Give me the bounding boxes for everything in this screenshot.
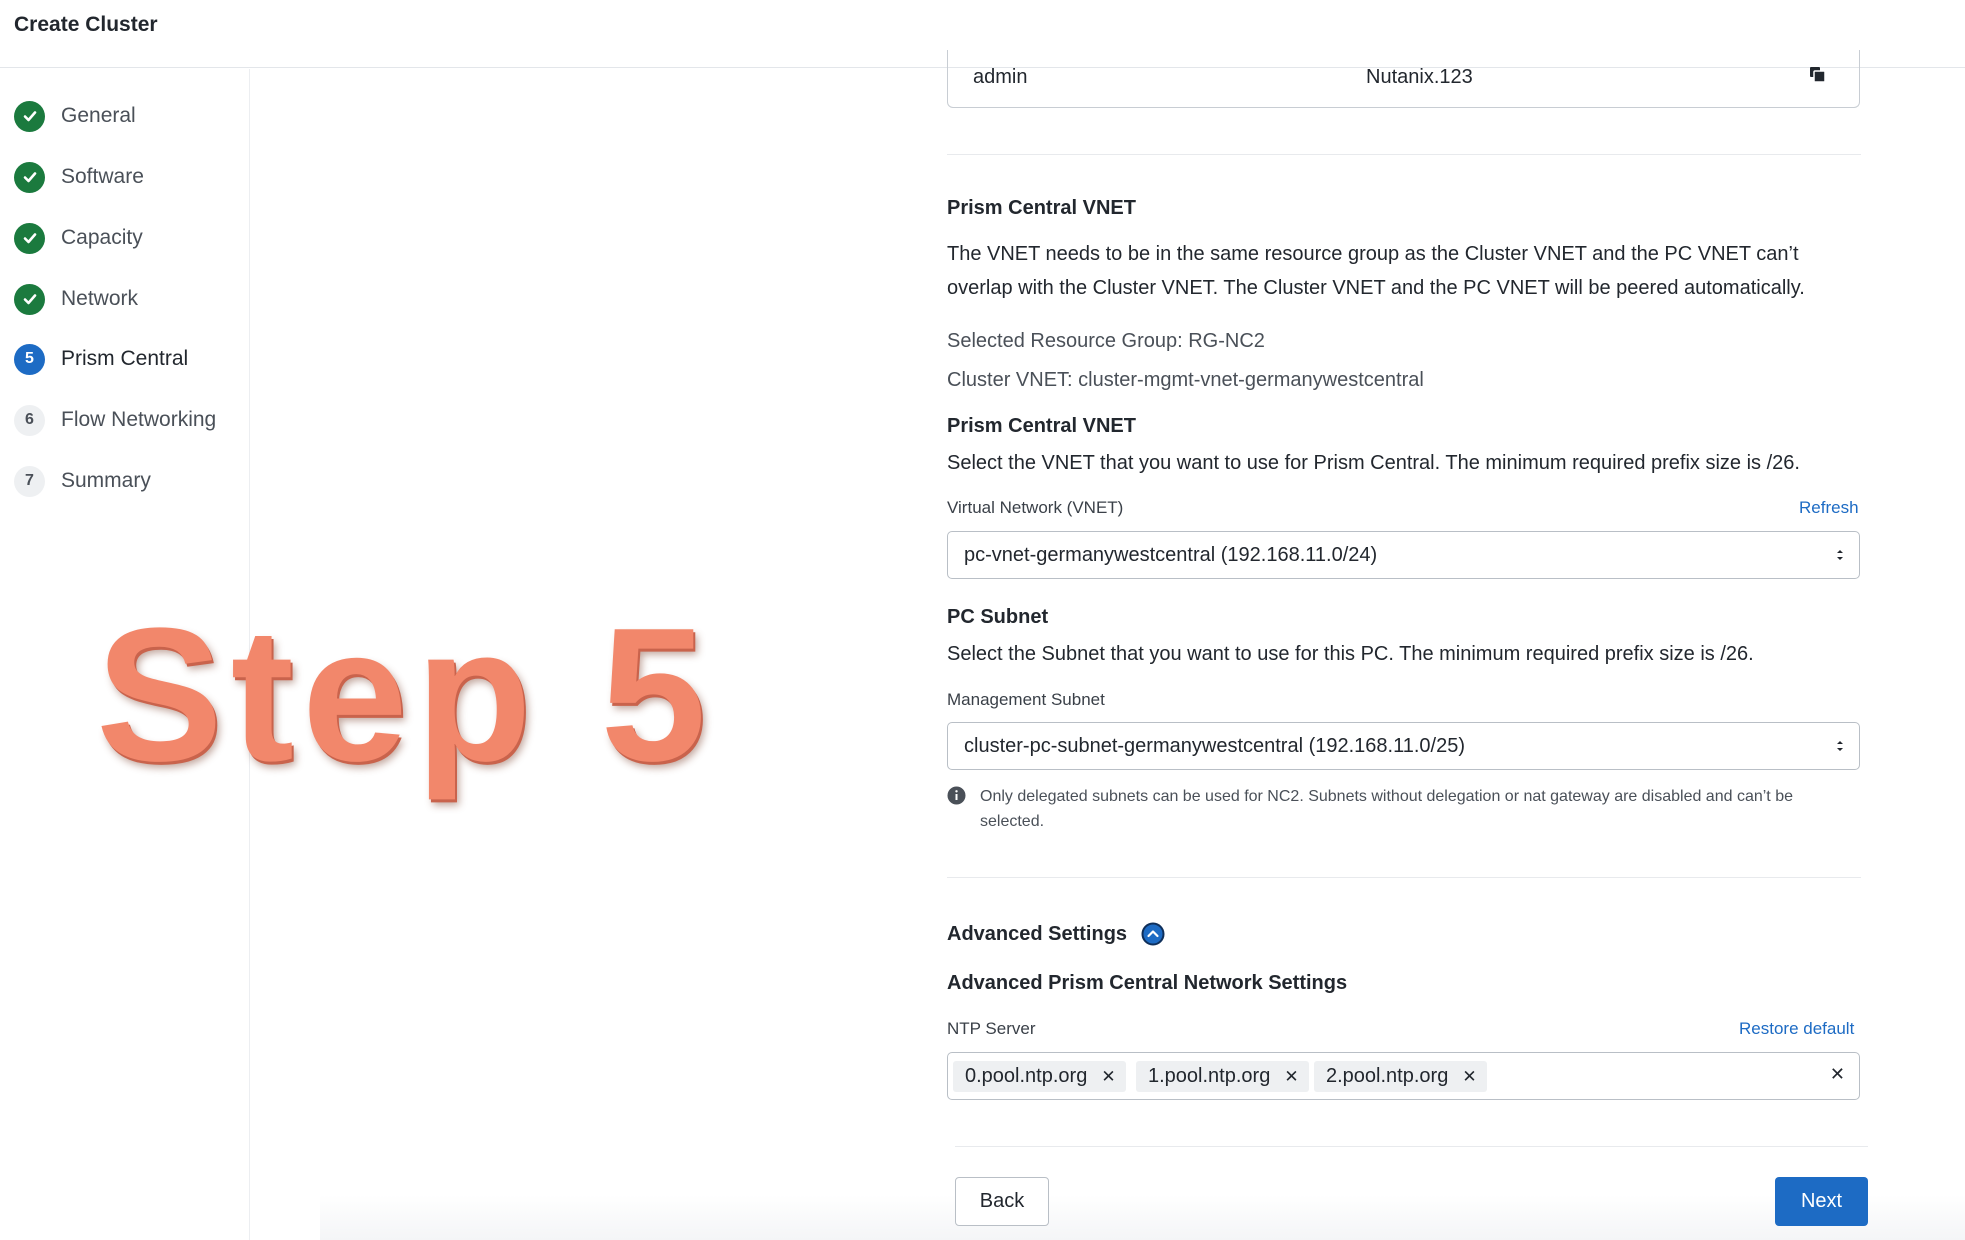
step-number-badge: 5	[14, 343, 45, 375]
step-general[interactable]: General	[14, 100, 136, 132]
info-icon	[947, 786, 966, 805]
step-flow-networking[interactable]: 6 Flow Networking	[14, 404, 216, 436]
step-summary[interactable]: 7 Summary	[14, 465, 151, 497]
back-button[interactable]: Back	[955, 1177, 1049, 1226]
vnet-section-heading: Prism Central VNET	[947, 197, 1136, 219]
vnet-select[interactable]: pc-vnet-germanywestcentral (192.168.11.0…	[947, 531, 1860, 579]
subnet-section-heading: PC Subnet	[947, 606, 1049, 628]
vnet-section-description: The VNET needs to be in the same resourc…	[947, 243, 1805, 299]
remove-tag-icon[interactable]: ✕	[1284, 1067, 1298, 1087]
subnet-select[interactable]: cluster-pc-subnet-germanywestcentral (19…	[947, 722, 1860, 770]
clear-all-icon[interactable]: ✕	[1830, 1064, 1845, 1085]
page-title: Create Cluster	[14, 13, 158, 36]
ntp-tag: 1.pool.ntp.org ✕	[1136, 1061, 1309, 1092]
check-icon	[14, 161, 45, 193]
advanced-settings-title: Advanced Settings	[947, 922, 1128, 945]
step-number-badge: 6	[14, 404, 45, 436]
refresh-link[interactable]: Refresh	[1799, 498, 1859, 518]
resource-group-text: Selected Resource Group: RG-NC2	[947, 330, 1265, 352]
vnet-sub-heading: Prism Central VNET	[947, 415, 1136, 437]
step-overlay-text: Step 5	[96, 589, 715, 801]
vnet-sub-description: Select the VNET that you want to use for…	[947, 452, 1800, 474]
step-number-badge: 7	[14, 465, 45, 497]
footer-divider	[955, 1146, 1868, 1147]
ntp-tag-label: 2.pool.ntp.org	[1326, 1065, 1449, 1087]
remove-tag-icon[interactable]: ✕	[1101, 1067, 1115, 1087]
step-capacity[interactable]: Capacity	[14, 222, 143, 254]
section-divider	[947, 877, 1861, 878]
next-button[interactable]: Next	[1775, 1177, 1868, 1226]
check-icon	[14, 100, 45, 132]
step-label-software: Software	[61, 165, 144, 188]
chevron-up-icon[interactable]	[1141, 922, 1165, 946]
subnet-select-value: cluster-pc-subnet-germanywestcentral (19…	[964, 735, 1465, 757]
ntp-tag: 2.pool.ntp.org ✕	[1314, 1061, 1487, 1092]
advanced-settings-header[interactable]: Advanced Settings	[947, 922, 1165, 946]
username-value: admin	[973, 66, 1028, 88]
step-label-summary: Summary	[61, 469, 151, 492]
ntp-tag: 0.pool.ntp.org ✕	[953, 1061, 1126, 1092]
section-divider	[947, 154, 1861, 155]
footer-bar	[320, 1195, 1965, 1240]
copy-icon[interactable]	[1808, 65, 1828, 85]
restore-default-link[interactable]: Restore default	[1739, 1019, 1854, 1039]
subnet-info-text: Only delegated subnets can be used for N…	[980, 788, 1793, 830]
step-label-prism-central: Prism Central	[61, 347, 189, 370]
step-label-flow-networking: Flow Networking	[61, 408, 217, 431]
check-icon	[14, 283, 45, 315]
sort-arrows-icon	[1835, 737, 1845, 755]
step-label-general: General	[61, 104, 136, 127]
ntp-tag-label: 0.pool.ntp.org	[965, 1065, 1088, 1087]
step-prism-central[interactable]: 5 Prism Central	[14, 343, 188, 375]
step-software[interactable]: Software	[14, 161, 144, 193]
subnet-section-description: Select the Subnet that you want to use f…	[947, 643, 1754, 665]
ntp-tag-label: 1.pool.ntp.org	[1148, 1065, 1271, 1087]
password-value: Nutanix.123	[1366, 66, 1473, 88]
remove-tag-icon[interactable]: ✕	[1462, 1067, 1476, 1087]
step-label-capacity: Capacity	[61, 226, 143, 249]
cluster-vnet-text: Cluster VNET: cluster-mgmt-vnet-germanyw…	[947, 369, 1424, 391]
step-label-network: Network	[61, 287, 139, 310]
subnet-field-label: Management Subnet	[947, 690, 1105, 709]
vnet-select-value: pc-vnet-germanywestcentral (192.168.11.0…	[964, 544, 1378, 566]
check-icon	[14, 222, 45, 254]
ntp-server-input[interactable]: 0.pool.ntp.org ✕ 1.pool.ntp.org ✕ 2.pool…	[947, 1052, 1860, 1100]
sort-arrows-icon	[1835, 546, 1845, 564]
step-network[interactable]: Network	[14, 283, 138, 315]
ntp-field-label: NTP Server	[947, 1019, 1036, 1038]
vnet-field-label: Virtual Network (VNET)	[947, 498, 1124, 517]
credentials-row: admin Nutanix.123	[947, 50, 1860, 108]
advanced-network-heading: Advanced Prism Central Network Settings	[947, 972, 1348, 994]
